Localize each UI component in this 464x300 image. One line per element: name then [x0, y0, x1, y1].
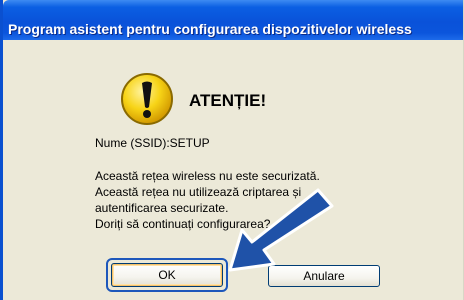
ssid-label: Nume (SSID):SETUP	[95, 136, 210, 150]
window-title: Program asistent pentru configurarea dis…	[8, 21, 412, 37]
message-line: Această rețea wireless nu este securizat…	[95, 169, 320, 183]
title-bar[interactable]: Program asistent pentru configurarea dis…	[3, 0, 463, 40]
pointer-arrow-icon	[228, 188, 334, 272]
dialog-heading: ATENȚIE!	[189, 91, 267, 110]
dialog-window: Program asistent pentru configurarea dis…	[0, 0, 464, 300]
warning-icon	[121, 73, 173, 125]
ok-button[interactable]: OK	[111, 263, 223, 287]
